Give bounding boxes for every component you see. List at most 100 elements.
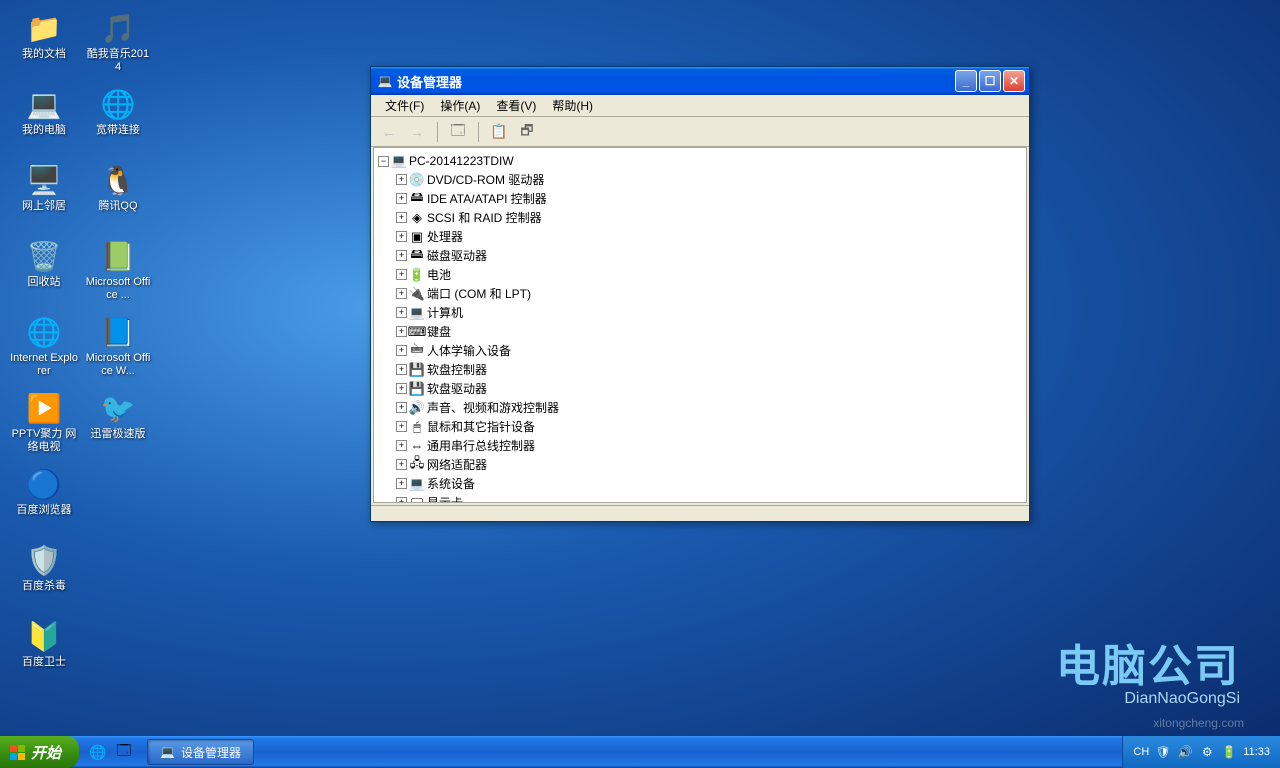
app-icon: 🔰 — [26, 618, 62, 654]
expand-icon[interactable]: + — [396, 459, 407, 470]
device-category-icon: 🖵 — [409, 495, 425, 504]
desktop-icon[interactable]: ▶️PPTV聚力 网络电视 — [8, 388, 80, 462]
system-tray: CH 🛡 🔊 ⚙ 🔋 11:33 — [1122, 736, 1280, 768]
desktop-icon[interactable]: 🔵百度浏览器 — [8, 464, 80, 538]
tree-node[interactable]: +🔊声音、视频和游戏控制器 — [396, 398, 1022, 417]
maximize-button[interactable]: ☐ — [979, 70, 1001, 92]
app-icon: ▶️ — [26, 390, 62, 426]
start-button[interactable]: 开始 — [0, 736, 79, 768]
tree-node[interactable]: +▣处理器 — [396, 227, 1022, 246]
menu-view[interactable]: 查看(V) — [488, 95, 544, 116]
tree-node[interactable]: +🖱鼠标和其它指针设备 — [396, 417, 1022, 436]
tree-content[interactable]: − 💻 PC-20141223TDIW +💿DVD/CD-ROM 驱动器+🖴ID… — [373, 147, 1027, 503]
tree-node[interactable]: +💿DVD/CD-ROM 驱动器 — [396, 170, 1022, 189]
menu-help[interactable]: 帮助(H) — [544, 95, 601, 116]
tree-node-label: 处理器 — [427, 228, 463, 245]
menu-action[interactable]: 操作(A) — [432, 95, 488, 116]
tool-properties-icon[interactable]: 📋 — [487, 120, 511, 144]
app-icon: 📗 — [100, 238, 136, 274]
expand-icon[interactable]: + — [396, 478, 407, 489]
tree-node[interactable]: +🖴IDE ATA/ATAPI 控制器 — [396, 189, 1022, 208]
desktop-icon[interactable]: 💻我的电脑 — [8, 84, 80, 158]
expand-icon[interactable]: + — [396, 288, 407, 299]
desktop-icon[interactable]: 📁我的文档 — [8, 8, 80, 82]
desktop-icon[interactable]: 🛡️百度杀毒 — [8, 540, 80, 614]
expand-icon[interactable]: + — [396, 326, 407, 337]
tree-node[interactable]: +◈SCSI 和 RAID 控制器 — [396, 208, 1022, 227]
root-node-label: PC-20141223TDIW — [409, 154, 514, 168]
desktop-icon[interactable]: 🌐Internet Explorer — [8, 312, 80, 386]
expand-icon[interactable]: + — [396, 193, 407, 204]
desktop-icon[interactable]: 🎵酷我音乐2014 — [82, 8, 154, 82]
language-indicator[interactable]: CH — [1133, 746, 1149, 758]
expand-icon[interactable]: + — [396, 250, 407, 261]
expand-icon[interactable]: + — [396, 231, 407, 242]
tree-node[interactable]: +🖴磁盘驱动器 — [396, 246, 1022, 265]
tree-node[interactable]: +💾软盘控制器 — [396, 360, 1022, 379]
ql-show-desktop-icon[interactable]: 🗔 — [113, 741, 135, 763]
tree-node[interactable]: +⇔通用串行总线控制器 — [396, 436, 1022, 455]
taskbar-item-device-manager[interactable]: 💻 设备管理器 — [147, 739, 254, 765]
tree-node-label: 软盘控制器 — [427, 361, 487, 378]
ql-ie-icon[interactable]: 🌐 — [87, 741, 109, 763]
tree-node-label: 计算机 — [427, 304, 463, 321]
desktop-icon[interactable]: 🗑️回收站 — [8, 236, 80, 310]
expand-icon[interactable]: + — [396, 269, 407, 280]
clock[interactable]: 11:33 — [1243, 746, 1270, 758]
tree-node[interactable]: +💻系统设备 — [396, 474, 1022, 493]
minimize-button[interactable]: _ — [955, 70, 977, 92]
desktop-icon[interactable]: 📗Microsoft Office ... — [82, 236, 154, 310]
icon-label: 百度卫士 — [22, 656, 66, 669]
desktop-icon[interactable]: 🌐 宽带连接 — [82, 84, 154, 158]
desktop-icon[interactable]: 📘Microsoft Office W... — [82, 312, 154, 386]
tree-node-label: 声音、视频和游戏控制器 — [427, 399, 559, 416]
expand-icon[interactable]: + — [396, 364, 407, 375]
computer-icon: 💻 — [377, 73, 393, 89]
tree-node[interactable]: +🖧网络适配器 — [396, 455, 1022, 474]
desktop-icon[interactable]: 🐧腾讯QQ — [82, 160, 154, 234]
expand-icon[interactable]: + — [396, 383, 407, 394]
forward-button: → — [405, 120, 429, 144]
desktop-icon[interactable]: 🐦迅雷极速版 — [82, 388, 154, 462]
expand-icon[interactable]: + — [396, 212, 407, 223]
menu-file[interactable]: 文件(F) — [377, 95, 432, 116]
desktop-icon[interactable]: 🔰 百度卫士 — [8, 616, 80, 690]
tree-node[interactable]: +💻计算机 — [396, 303, 1022, 322]
icon-label: 迅雷极速版 — [91, 428, 146, 441]
app-icon: 🔵 — [26, 466, 62, 502]
desktop-icon[interactable]: 🖥️网上邻居 — [8, 160, 80, 234]
icon-label: 宽带连接 — [96, 124, 140, 137]
device-category-icon: 🖴 — [409, 191, 425, 207]
tray-icon[interactable]: 🔊 — [1177, 744, 1193, 760]
expand-icon[interactable]: + — [396, 440, 407, 451]
tree-node[interactable]: +🔋电池 — [396, 265, 1022, 284]
expand-icon[interactable]: + — [396, 402, 407, 413]
expand-icon[interactable]: + — [396, 345, 407, 356]
tree-node-label: 键盘 — [427, 323, 451, 340]
tree-node[interactable]: +🖮人体学输入设备 — [396, 341, 1022, 360]
close-button[interactable]: ✕ — [1003, 70, 1025, 92]
app-icon: 🗑️ — [26, 238, 62, 274]
expand-icon[interactable]: + — [396, 174, 407, 185]
tree-node[interactable]: +🔌端口 (COM 和 LPT) — [396, 284, 1022, 303]
icon-label: 我的电脑 — [22, 124, 66, 137]
tool-show-hide-console-tree-icon[interactable]: 🗔 — [446, 120, 470, 144]
titlebar[interactable]: 💻 设备管理器 _ ☐ ✕ — [371, 67, 1029, 95]
expand-icon[interactable]: + — [396, 421, 407, 432]
desktop-icons: 📁我的文档🎵酷我音乐2014💻我的电脑 🌐 宽带连接 🖥️网上邻居🐧腾讯QQ🗑️回收站… — [8, 8, 154, 690]
tree-node-label: 磁盘驱动器 — [427, 247, 487, 264]
tray-icon[interactable]: 🔋 — [1221, 744, 1237, 760]
collapse-icon[interactable]: − — [378, 156, 389, 167]
brand-cn: 电脑公司 — [1056, 630, 1240, 694]
tree-root-node[interactable]: − 💻 PC-20141223TDIW — [378, 152, 1022, 170]
tool-scan-hardware-icon[interactable]: 🗗 — [515, 120, 539, 144]
tree-node[interactable]: +💾软盘驱动器 — [396, 379, 1022, 398]
expand-icon[interactable]: + — [396, 497, 407, 503]
app-icon: 🌐 — [100, 86, 136, 122]
app-icon: 🎵 — [100, 10, 136, 46]
expand-icon[interactable]: + — [396, 307, 407, 318]
tree-node[interactable]: +🖵显示卡 — [396, 493, 1022, 503]
tray-icon[interactable]: 🛡 — [1155, 744, 1171, 760]
tree-node[interactable]: +⌨键盘 — [396, 322, 1022, 341]
tray-icon[interactable]: ⚙ — [1199, 744, 1215, 760]
